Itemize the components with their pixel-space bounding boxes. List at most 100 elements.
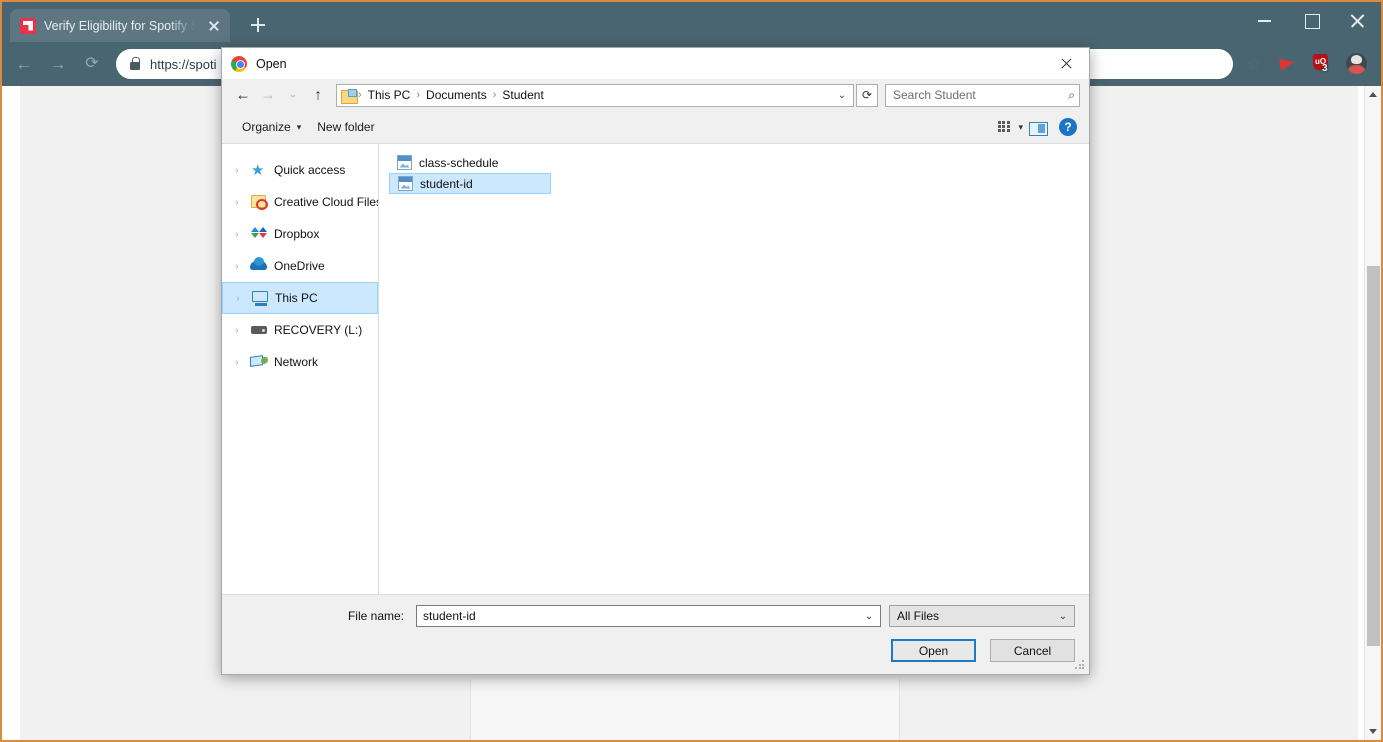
- forward-icon[interactable]: →: [42, 48, 74, 80]
- sidebar-item-label: Network: [274, 355, 319, 369]
- red-extension-icon[interactable]: [1273, 49, 1303, 79]
- file-type-value: All Files: [897, 609, 940, 623]
- address-bar-url: https://spoti: [150, 56, 217, 72]
- expander-icon[interactable]: ›: [230, 325, 244, 335]
- forward-arrow-glyph: →: [49, 54, 67, 74]
- ublock-badge-count: 3: [1322, 63, 1328, 74]
- back-icon[interactable]: ←: [8, 48, 40, 80]
- refresh-icon[interactable]: ⟳: [856, 83, 878, 107]
- sidebar-item-creative-cloud-files[interactable]: › Creative Cloud Files: [222, 186, 378, 218]
- scroll-up-icon[interactable]: [1365, 86, 1381, 103]
- search-input[interactable]: Search Student ⌕: [885, 83, 1080, 107]
- up-glyph: ↑: [314, 86, 322, 104]
- sidebar-item-quick-access[interactable]: › ★ Quick access: [222, 154, 378, 186]
- dialog-forward-icon: →: [256, 83, 280, 107]
- cancel-button[interactable]: Cancel: [990, 639, 1075, 662]
- dialog-toolbar: Organize ▾ New folder ▾ ?: [222, 111, 1089, 143]
- bookmark-star-icon[interactable]: ☆: [1239, 49, 1269, 79]
- breadcrumb-item-student[interactable]: Student: [497, 88, 548, 102]
- ublock-origin-icon[interactable]: uO 3: [1307, 49, 1337, 79]
- navigation-pane: › ★ Quick access › Creative Cloud Files …: [222, 144, 379, 594]
- search-icon: ⌕: [1068, 87, 1075, 102]
- toolbar-right-group: ▾ ?: [993, 116, 1077, 138]
- breadcrumb[interactable]: › This PC › Documents › Student ⌄: [336, 83, 854, 107]
- spotify-student-favicon: [20, 17, 36, 34]
- window-close-icon[interactable]: [1335, 2, 1381, 38]
- page-left-margin: [2, 86, 20, 740]
- list-item[interactable]: student-id: [389, 173, 551, 194]
- dialog-footer: File name: student-id ⌄ All Files ⌄ Open…: [222, 594, 1089, 674]
- file-name-row: File name: student-id ⌄ All Files ⌄: [236, 605, 1075, 627]
- new-folder-label: New folder: [317, 120, 375, 134]
- new-tab-button[interactable]: [244, 11, 272, 39]
- sidebar-item-this-pc[interactable]: › This PC: [222, 282, 378, 314]
- breadcrumb-item-documents[interactable]: Documents: [421, 88, 492, 102]
- avatar[interactable]: [1341, 49, 1371, 79]
- maximize-icon[interactable]: [1289, 2, 1335, 38]
- chevron-down-icon[interactable]: ⌄: [860, 611, 878, 622]
- chevron-down-icon: ▾: [296, 121, 302, 132]
- view-chevron-down-icon[interactable]: ▾: [1018, 122, 1023, 133]
- recent-locations-icon[interactable]: ⌄: [281, 83, 305, 107]
- expander-icon[interactable]: ›: [230, 229, 244, 239]
- file-list[interactable]: class-schedule student-id: [379, 144, 1089, 594]
- expander-icon[interactable]: ›: [230, 197, 244, 207]
- minimize-icon[interactable]: [1243, 2, 1289, 38]
- sidebar-item-label: OneDrive: [274, 259, 325, 273]
- sidebar-item-onedrive[interactable]: › OneDrive: [222, 250, 378, 282]
- sidebar-item-recovery-drive[interactable]: › RECOVERY (L:): [222, 314, 378, 346]
- preview-pane-icon[interactable]: [1026, 117, 1048, 137]
- chevron-down-icon[interactable]: ⌄: [833, 85, 851, 106]
- dialog-close-icon[interactable]: [1044, 48, 1089, 79]
- chevron-down-icon[interactable]: ⌄: [1054, 611, 1072, 622]
- dialog-nav-bar: ← → ⌄ ↑ › This PC › Documents › Student …: [222, 79, 1089, 111]
- dialog-title: Open: [256, 56, 287, 71]
- tab-title: Verify Eligibility for Spotify Stude: [44, 18, 196, 33]
- close-icon[interactable]: [204, 16, 224, 36]
- dialog-buttons: Open Cancel: [236, 639, 1075, 662]
- image-file-icon: [398, 176, 413, 191]
- dialog-body: › ★ Quick access › Creative Cloud Files …: [222, 143, 1089, 594]
- recent-glyph: ⌄: [288, 88, 298, 101]
- sidebar-item-label: Quick access: [274, 163, 346, 177]
- organize-button[interactable]: Organize ▾: [234, 116, 309, 138]
- expander-icon[interactable]: ›: [231, 293, 245, 303]
- new-folder-button[interactable]: New folder: [309, 116, 382, 138]
- onedrive-icon: [250, 257, 268, 275]
- sidebar-item-label: This PC: [275, 291, 318, 305]
- file-type-select[interactable]: All Files ⌄: [889, 605, 1075, 627]
- creative-cloud-icon: [250, 193, 268, 211]
- list-item[interactable]: class-schedule: [389, 152, 551, 173]
- sidebar-item-label: Dropbox: [274, 227, 320, 241]
- file-name-input[interactable]: student-id ⌄: [416, 605, 881, 627]
- drive-icon: [250, 321, 268, 339]
- organize-label: Organize: [242, 120, 291, 134]
- open-button[interactable]: Open: [891, 639, 976, 662]
- dialog-back-icon[interactable]: ←: [231, 83, 255, 107]
- scroll-down-icon[interactable]: [1365, 723, 1381, 740]
- window-controls: [1243, 2, 1381, 38]
- up-one-level-icon[interactable]: ↑: [306, 83, 330, 107]
- chrome-logo-icon: [231, 55, 247, 72]
- file-name-value: student-id: [423, 609, 476, 623]
- resize-grip[interactable]: [1075, 660, 1086, 671]
- file-name-label: class-schedule: [419, 155, 499, 170]
- expander-icon[interactable]: ›: [230, 165, 244, 175]
- view-options-icon[interactable]: [993, 116, 1015, 138]
- help-icon[interactable]: ?: [1059, 118, 1077, 136]
- dialog-title-bar: Open: [222, 48, 1089, 79]
- page-scrollbar[interactable]: [1364, 86, 1381, 740]
- sidebar-item-dropbox[interactable]: › Dropbox: [222, 218, 378, 250]
- expander-icon[interactable]: ›: [230, 357, 244, 367]
- scrollbar-thumb[interactable]: [1367, 266, 1380, 646]
- sidebar-item-label: Creative Cloud Files: [274, 195, 379, 209]
- reload-icon[interactable]: ⟳: [76, 48, 108, 80]
- tab-strip: Verify Eligibility for Spotify Stude: [2, 2, 1381, 42]
- star-icon: ★: [251, 162, 265, 179]
- browser-tab[interactable]: Verify Eligibility for Spotify Stude: [10, 9, 230, 42]
- expander-icon[interactable]: ›: [230, 261, 244, 271]
- dialog-forward-glyph: →: [260, 86, 276, 104]
- sidebar-item-network[interactable]: › Network: [222, 346, 378, 378]
- breadcrumb-item-this-pc[interactable]: This PC: [363, 88, 416, 102]
- file-name-field-label: File name:: [347, 609, 404, 623]
